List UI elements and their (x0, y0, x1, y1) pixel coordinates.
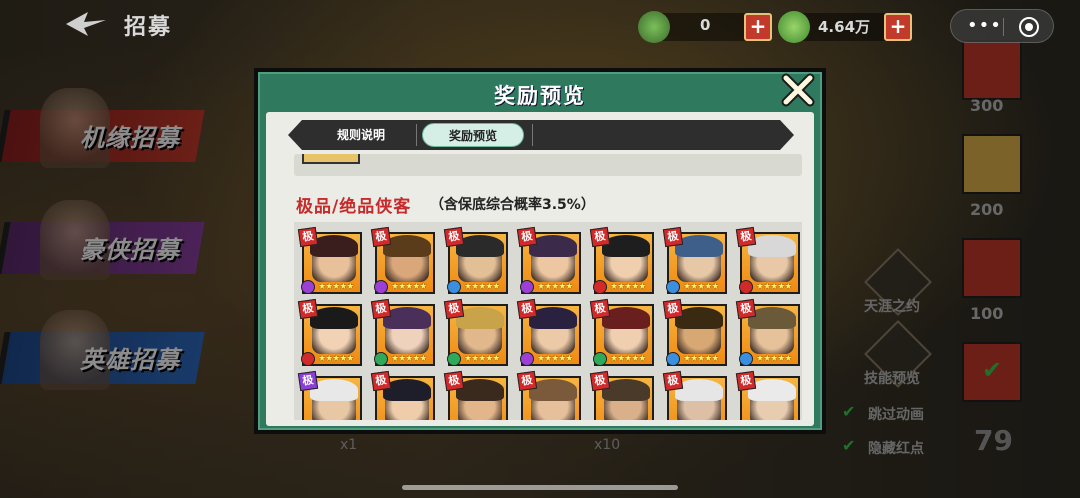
section-probability: （含保底综合概率3.5%） (430, 197, 595, 213)
top-bar: 招募 0 + 4.64万 + ••• (0, 0, 1080, 56)
hero-card[interactable]: 极 ★★★★★ (516, 226, 581, 294)
rarity-tag: 极 (735, 298, 757, 320)
resource-value: 0 (700, 16, 711, 34)
tab-reward-preview[interactable]: 奖励预览 (422, 123, 524, 147)
hero-card[interactable]: 极★★★★★ (443, 370, 508, 420)
miniapp-capsule: ••• (950, 9, 1054, 43)
dialog-content: 规则说明 奖励预览 极品/绝品侠客 （含保底综合概率3.5%） 极 ★★★★★ 极 ★… (266, 112, 814, 426)
dialog-title: 奖励预览 (494, 84, 586, 108)
hero-card[interactable]: 极 ★★★★★ (516, 298, 581, 366)
star-rating: ★★★★★ (537, 282, 573, 292)
faction-badge-icon (593, 280, 607, 294)
faction-badge-icon (301, 280, 315, 294)
hero-card[interactable]: 极 ★★★★★ (662, 298, 727, 366)
faction-badge-icon (447, 280, 461, 294)
faction-badge-icon (520, 280, 534, 294)
faction-badge-icon (520, 352, 534, 366)
rarity-tag: 极 (589, 226, 611, 248)
home-indicator[interactable] (402, 485, 678, 490)
close-icon[interactable] (778, 70, 818, 110)
rarity-tag: 极 (443, 298, 465, 320)
hero-card[interactable]: 极 ★★★★★ (297, 226, 362, 294)
jade-token-icon (638, 11, 670, 43)
rarity-tag: 极 (662, 298, 684, 320)
add-jade-button[interactable]: + (744, 13, 772, 41)
star-rating: ★★★★★ (756, 282, 792, 292)
rarity-tag: 极 (662, 370, 684, 392)
rarity-tag: 极 (370, 226, 392, 248)
resource-value: 4.64万 (818, 18, 871, 36)
hero-card[interactable]: 极★★★★★ (516, 370, 581, 420)
add-coin-button[interactable]: + (884, 13, 912, 41)
rarity-tag: 极 (516, 226, 538, 248)
rarity-tag: 极 (735, 370, 757, 392)
rarity-tag: 极 (297, 370, 319, 392)
star-rating: ★★★★★ (391, 354, 427, 364)
hero-card[interactable]: 极 ★★★★★ (370, 226, 435, 294)
resource-coin: 4.64万 + (776, 11, 916, 43)
hero-card[interactable]: 极 ★★★★★ (589, 298, 654, 366)
rarity-tag: 极 (297, 298, 319, 320)
rarity-tag: 极 (370, 298, 392, 320)
hero-card[interactable]: 极★★★★★ (735, 370, 800, 420)
rarity-tag: 极 (370, 370, 392, 392)
hero-card[interactable]: 极★★★★★ (297, 370, 362, 420)
hero-card[interactable]: 极 ★★★★★ (662, 226, 727, 294)
section-title: 极品/绝品侠客 (296, 197, 412, 217)
more-icon[interactable]: ••• (967, 15, 1002, 36)
faction-badge-icon (447, 352, 461, 366)
hero-card[interactable]: 极★★★★★ (589, 370, 654, 420)
green-coin-icon (778, 11, 810, 43)
rarity-tag: 极 (443, 226, 465, 248)
faction-badge-icon (593, 352, 607, 366)
rarity-tag: 极 (297, 226, 319, 248)
hero-grid[interactable]: 极 ★★★★★ 极 ★★★★★ 极 ★★★★★ 极 ★★★★★ 极 ★★★★★ 极 ★★★★★ 极 ★★★… (294, 222, 802, 420)
hero-card[interactable]: 极 ★★★★★ (589, 226, 654, 294)
hero-card[interactable]: 极★★★★★ (370, 370, 435, 420)
star-rating: ★★★★★ (537, 354, 573, 364)
rarity-tag: 极 (589, 370, 611, 392)
hero-card[interactable]: 极 ★★★★★ (443, 298, 508, 366)
star-rating: ★★★★★ (756, 354, 792, 364)
faction-badge-icon (374, 280, 388, 294)
hero-card[interactable]: 极 ★★★★★ (370, 298, 435, 366)
hero-card[interactable]: 极★★★★★ (662, 370, 727, 420)
hero-card[interactable]: 极 ★★★★★ (443, 226, 508, 294)
tab-bar: 规则说明 奖励预览 (288, 120, 794, 150)
tab-rules[interactable]: 规则说明 (312, 123, 410, 147)
hero-card[interactable]: 极 ★★★★★ (735, 226, 800, 294)
star-rating: ★★★★★ (391, 282, 427, 292)
resource-jade: 0 + (636, 11, 776, 43)
hero-card[interactable]: 极 ★★★★★ (735, 298, 800, 366)
rarity-tag: 极 (516, 298, 538, 320)
star-rating: ★★★★★ (683, 282, 719, 292)
rarity-tag: 极 (516, 370, 538, 392)
star-rating: ★★★★★ (683, 354, 719, 364)
star-rating: ★★★★★ (464, 354, 500, 364)
page-title: 招募 (124, 15, 173, 40)
star-rating: ★★★★★ (610, 354, 646, 364)
hero-card[interactable]: 极 ★★★★★ (297, 298, 362, 366)
back-arrow-icon[interactable] (62, 10, 108, 38)
star-rating: ★★★★★ (318, 354, 354, 364)
faction-badge-icon (666, 352, 680, 366)
star-rating: ★★★★★ (318, 282, 354, 292)
star-rating: ★★★★★ (610, 282, 646, 292)
reward-preview-dialog: 奖励预览 规则说明 奖励预览 极品/绝品侠客 （含保底综合概率3.5%） 极 ★★… (254, 68, 826, 434)
faction-badge-icon (739, 280, 753, 294)
scroll-edge (294, 154, 802, 176)
faction-badge-icon (301, 352, 315, 366)
rarity-tag: 极 (589, 298, 611, 320)
faction-badge-icon (739, 352, 753, 366)
rarity-tag: 极 (735, 226, 757, 248)
close-miniapp-icon[interactable] (1019, 17, 1039, 37)
rarity-tag: 极 (662, 226, 684, 248)
faction-badge-icon (374, 352, 388, 366)
rarity-tag: 极 (443, 370, 465, 392)
faction-badge-icon (666, 280, 680, 294)
star-rating: ★★★★★ (464, 282, 500, 292)
